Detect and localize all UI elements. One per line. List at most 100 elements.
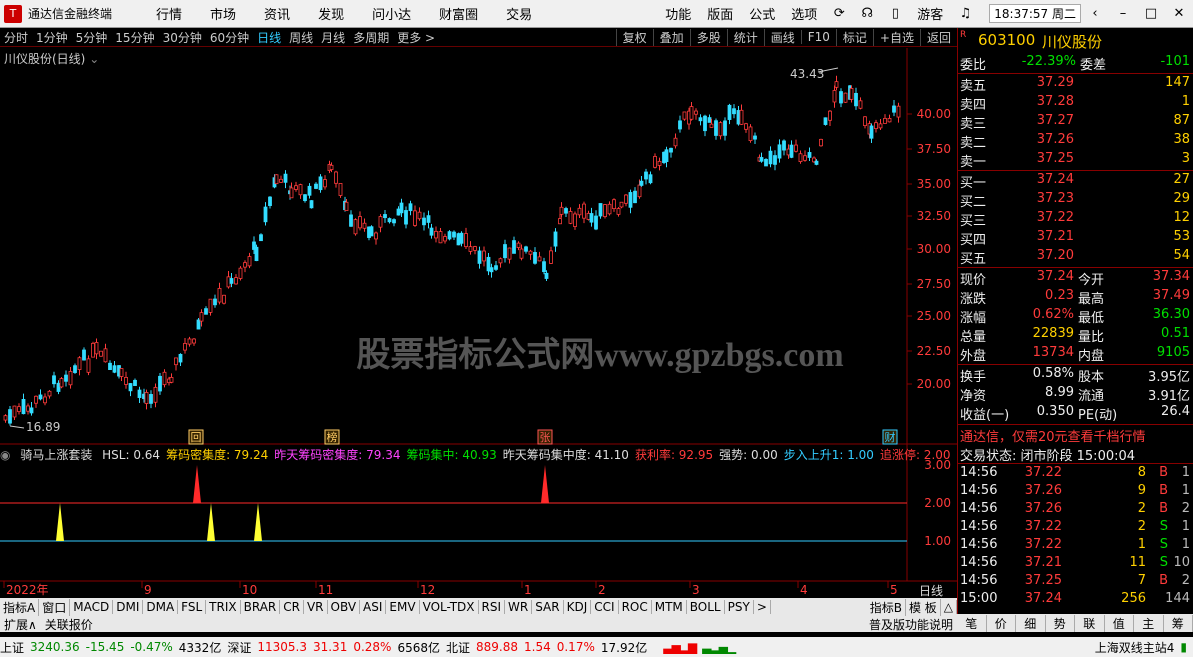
tool-duogu[interactable]: 多股: [689, 28, 727, 46]
candle: [254, 246, 259, 262]
stat-row: 外盘 13734 内盘 9105: [958, 345, 1193, 364]
indicator-tab-right[interactable]: △: [941, 600, 957, 614]
indicator-tab[interactable]: ASI: [360, 600, 387, 614]
period-daily[interactable]: 日线: [253, 29, 285, 46]
indicator-tab[interactable]: TRIX: [206, 600, 241, 614]
tool-f10[interactable]: F10: [800, 30, 836, 44]
tool-huaxian[interactable]: 画线: [763, 28, 801, 46]
indicator-tab[interactable]: CCI: [591, 600, 619, 614]
indicator-tab[interactable]: OBV: [328, 600, 361, 614]
maximize-icon[interactable]: □: [1137, 6, 1165, 21]
tick-side: B: [1159, 483, 1168, 498]
period-15min[interactable]: 15分钟: [111, 29, 158, 46]
menu-wenxiaoda[interactable]: 问小达: [372, 4, 411, 23]
indicator-tab[interactable]: 窗口: [39, 598, 71, 616]
indicator-tab[interactable]: ROC: [619, 600, 652, 614]
indicator-tab[interactable]: 指标A: [0, 598, 40, 616]
menu-faxian[interactable]: 发现: [318, 4, 344, 23]
indicator-tab[interactable]: VOL-TDX: [420, 600, 479, 614]
tool-fanhui[interactable]: 返回: [919, 28, 957, 46]
indicator-tab[interactable]: BOLL: [687, 600, 725, 614]
tab-expand[interactable]: 扩展∧: [0, 616, 41, 633]
refresh-icon[interactable]: ⟳: [825, 6, 853, 21]
indicator-tab[interactable]: RSI: [479, 600, 506, 614]
tool-tongji[interactable]: 统计: [726, 28, 764, 46]
candle: [358, 216, 362, 229]
kline-chart[interactable]: 股票指标公式网www.gpzbgs.com 40.0037.5035.0032.…: [0, 48, 957, 598]
headset-icon[interactable]: ☊: [853, 6, 881, 21]
indicator-tab[interactable]: EMV: [386, 600, 420, 614]
candle: [807, 152, 812, 158]
menu-zixun[interactable]: 资讯: [264, 4, 290, 23]
quote-tab[interactable]: 筹: [1164, 614, 1193, 632]
indicator-name[interactable]: 骑马上涨套装: [20, 448, 92, 462]
close-icon[interactable]: ✕: [1165, 6, 1193, 21]
tool-fuquan[interactable]: 复权: [615, 28, 653, 46]
sh-label[interactable]: 上证: [0, 639, 24, 656]
back-icon[interactable]: ‹: [1081, 6, 1109, 21]
menu-caifuquan[interactable]: 财富圈: [439, 4, 478, 23]
indicator-tab[interactable]: FSL: [178, 600, 207, 614]
sz-label[interactable]: 深证: [227, 639, 251, 656]
menu-shichang[interactable]: 市场: [210, 4, 236, 23]
period-60min[interactable]: 60分钟: [206, 29, 253, 46]
indicator-tab[interactable]: VR: [304, 600, 328, 614]
minimize-icon[interactable]: –: [1109, 6, 1137, 21]
period-monthly[interactable]: 月线: [317, 29, 349, 46]
period-1min[interactable]: 1分钟: [32, 29, 72, 46]
sz-index: 11305.3: [257, 640, 307, 654]
quote-tab[interactable]: 笔: [957, 614, 987, 632]
indicator-tab[interactable]: CR: [280, 600, 304, 614]
user-label[interactable]: 游客: [917, 4, 943, 23]
indicator-tab[interactable]: SAR: [532, 600, 564, 614]
tab-related-quote[interactable]: 关联报价: [41, 616, 97, 633]
stat-label: 量比: [1078, 330, 1105, 345]
tick-price: 37.25: [1024, 573, 1062, 588]
quote-tab[interactable]: 主: [1134, 614, 1164, 632]
quote-tab[interactable]: 细: [1016, 614, 1046, 632]
indicator-tab-right[interactable]: 指标B: [867, 598, 906, 616]
bell-icon[interactable]: ♫: [951, 6, 979, 21]
stat-row: 涨幅 0.62% 最低 36.30: [958, 307, 1193, 326]
indicator-tab[interactable]: DMA: [143, 600, 179, 614]
sh-change: -15.45: [85, 640, 125, 654]
tool-biaoji[interactable]: 标记: [835, 28, 873, 46]
indicator-tab[interactable]: PSY: [725, 600, 754, 614]
period-weekly[interactable]: 周线: [285, 29, 317, 46]
indicator-tab[interactable]: MACD: [70, 600, 114, 614]
tool-zixuan[interactable]: +自选: [872, 28, 920, 46]
menu-xuanxiang[interactable]: 选项: [791, 4, 817, 23]
indicator-tab[interactable]: BRAR: [241, 600, 281, 614]
bz-label[interactable]: 北证: [446, 639, 470, 656]
period-fenshi[interactable]: 分时: [0, 29, 32, 46]
quote-tab[interactable]: 值: [1105, 614, 1134, 632]
dropdown-icon[interactable]: ⌄: [89, 52, 99, 66]
period-multi[interactable]: 多周期: [349, 29, 393, 46]
indicator-tab[interactable]: >: [754, 600, 771, 614]
indicator-settings-icon[interactable]: ◉: [0, 448, 10, 462]
indicator-tab-right[interactable]: 模 板: [906, 598, 941, 616]
low-label: 16.89: [26, 420, 60, 434]
menu-banmian[interactable]: 版面: [707, 4, 733, 23]
menu-jiaoyi[interactable]: 交易: [506, 4, 532, 23]
tool-diejia[interactable]: 叠加: [652, 28, 690, 46]
period-30min[interactable]: 30分钟: [159, 29, 206, 46]
indicator-tab[interactable]: WR: [505, 600, 533, 614]
menu-gongshi[interactable]: 公式: [749, 4, 775, 23]
quote-tab[interactable]: 价: [987, 614, 1016, 632]
quote-tab[interactable]: 联: [1075, 614, 1105, 632]
server-name[interactable]: 上海双线主站4: [1095, 639, 1175, 656]
stat-value: 0.58%: [1032, 366, 1074, 381]
menu-gongneng[interactable]: 功能: [665, 4, 691, 23]
indicator-tab[interactable]: KDJ: [564, 600, 592, 614]
menu-hangqing[interactable]: 行情: [156, 4, 182, 23]
indicator-tab[interactable]: DMI: [113, 600, 144, 614]
indicator-tab[interactable]: MTM: [652, 600, 687, 614]
period-more[interactable]: 更多 >: [393, 29, 439, 46]
phone-icon[interactable]: ▯: [881, 6, 909, 21]
candle: [748, 126, 753, 142]
period-5min[interactable]: 5分钟: [72, 29, 112, 46]
quote-tab[interactable]: 势: [1046, 614, 1075, 632]
candle: [849, 87, 854, 100]
tab-feature-description[interactable]: 普及版功能说明: [865, 616, 957, 633]
